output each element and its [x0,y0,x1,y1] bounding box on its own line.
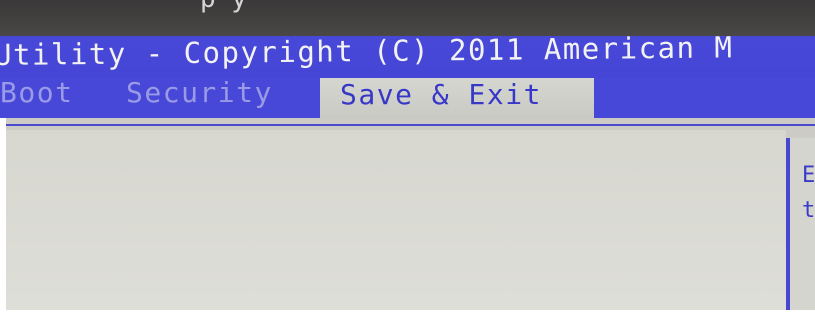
bios-photo: p y Utility - Copyright (C) 2011 America… [0,0,815,313]
settings-panel [6,130,786,310]
body-top-border [6,124,815,126]
help-text-line-2: t [802,198,815,223]
photo-left-edge [0,118,6,313]
top-fragment-text: p y [200,0,247,14]
tab-security[interactable]: Security [126,76,273,109]
help-text-line-1: E [802,163,815,188]
tab-boot[interactable]: Boot [0,76,73,109]
tab-save-exit[interactable]: Save & Exit [340,78,542,111]
